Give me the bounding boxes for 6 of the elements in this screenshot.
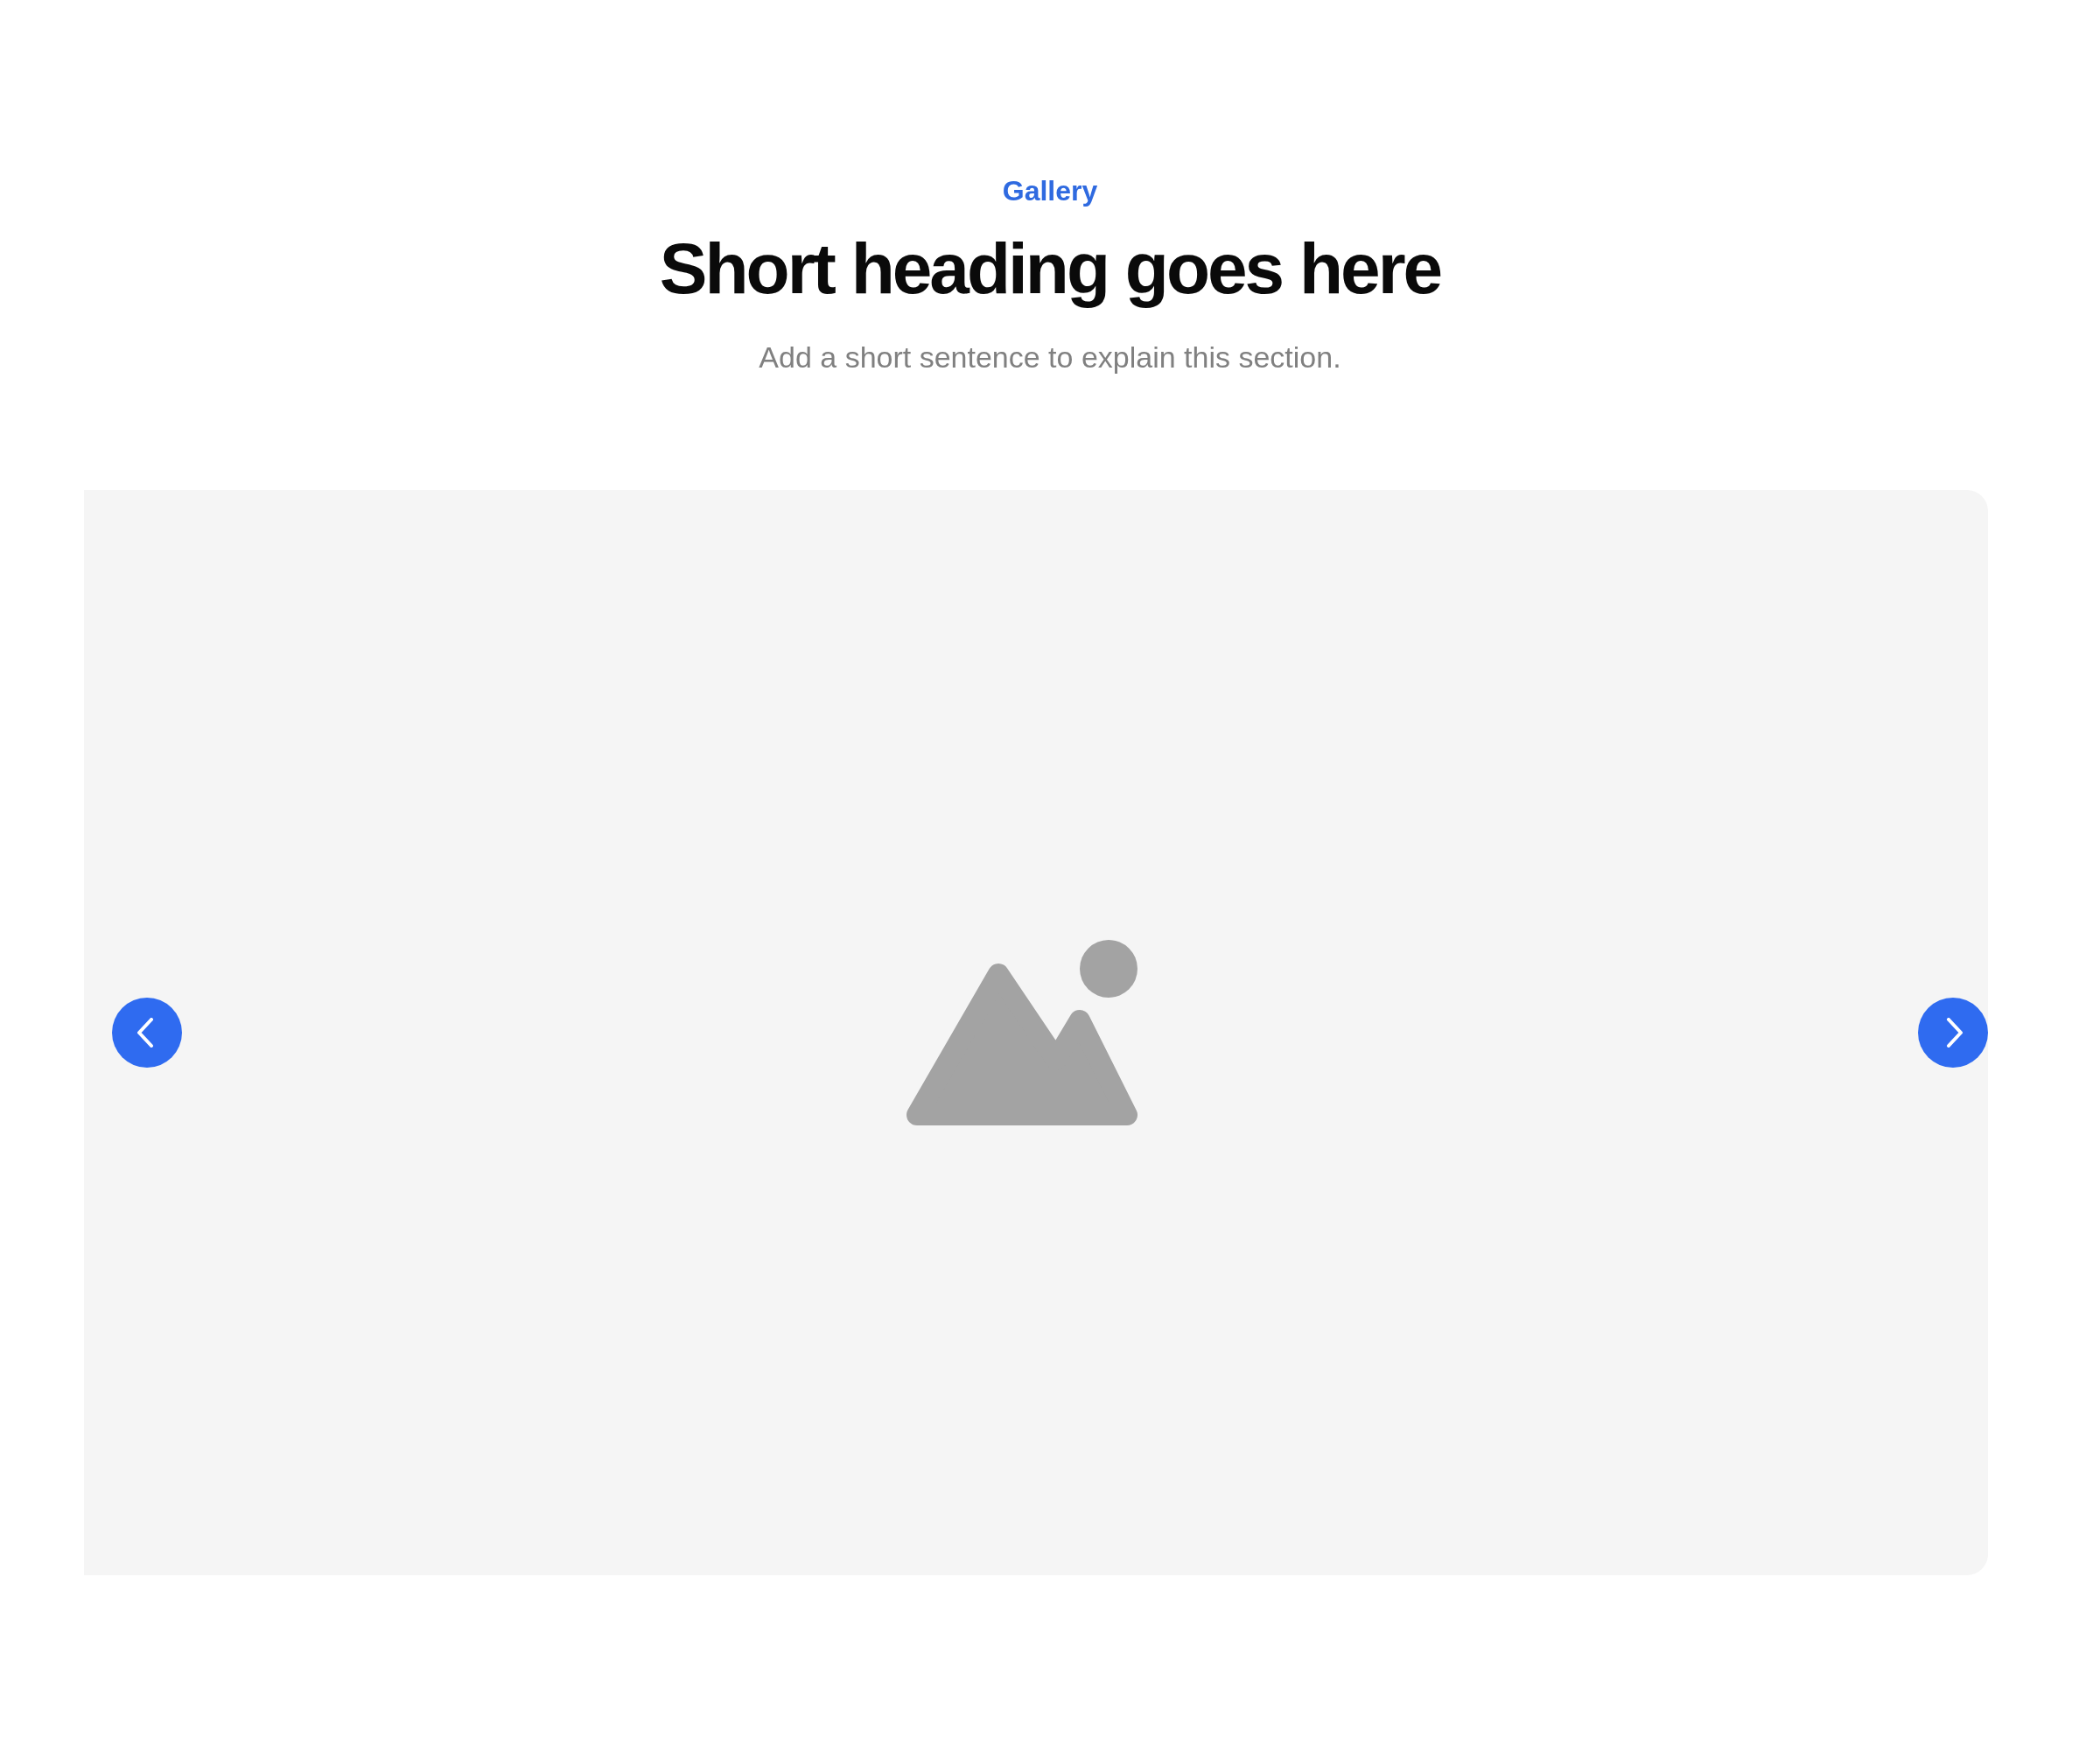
section-heading: Short heading goes here: [659, 228, 1441, 310]
chevron-left-icon: [136, 1018, 154, 1048]
section-eyebrow: Gallery: [1002, 174, 1098, 208]
chevron-right-icon: [1945, 1018, 1964, 1048]
image-icon: [906, 940, 1138, 1125]
section-description: Add a short sentence to explain this section.: [759, 340, 1341, 375]
